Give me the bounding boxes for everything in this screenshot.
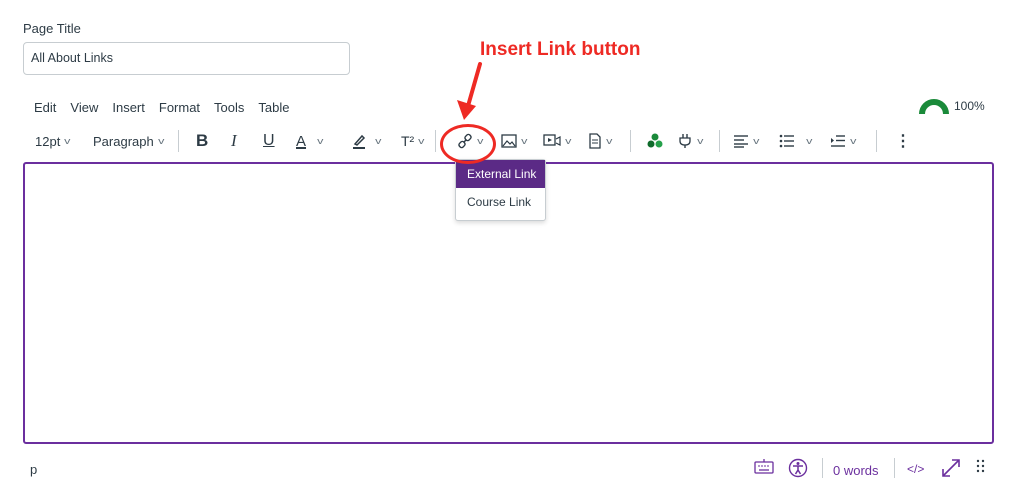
insert-document-button[interactable]: v — [588, 131, 612, 151]
text-color-icon: A — [296, 132, 307, 150]
chevron-down-icon: v — [157, 136, 165, 146]
chevron-down-icon: v — [753, 136, 760, 146]
font-size-select[interactable]: 12pt v — [35, 131, 71, 151]
italic-button[interactable]: I — [231, 131, 237, 151]
chevron-down-icon: v — [606, 136, 613, 146]
annotation-arrow-icon — [457, 62, 482, 120]
superscript-icon: T² — [401, 133, 415, 149]
list-button[interactable]: v — [779, 131, 812, 151]
chevron-down-icon: v — [317, 136, 324, 146]
chevron-down-icon: v — [850, 136, 857, 146]
toolbar-divider — [630, 130, 631, 152]
page-title-input[interactable]: All About Links — [23, 42, 350, 75]
editor-menubar: Edit View Insert Format Tools Table — [34, 100, 303, 115]
accessibility-gauge-icon[interactable] — [918, 97, 950, 115]
indent-button[interactable]: v — [830, 131, 856, 151]
keyboard-shortcuts-button[interactable] — [754, 458, 774, 474]
toolbar-divider — [719, 130, 720, 152]
chevron-down-icon: v — [64, 136, 71, 146]
chevron-down-icon: v — [418, 136, 425, 146]
accessibility-checker-button[interactable] — [788, 458, 808, 478]
annotation-highlight-ring — [440, 124, 496, 164]
drag-handle-icon — [976, 459, 985, 473]
toolbar-divider — [178, 130, 179, 152]
toolbar-divider — [876, 130, 877, 152]
indent-icon — [831, 135, 845, 147]
highlight-color-button[interactable]: v — [351, 131, 381, 151]
menu-item-external-link[interactable]: External Link — [456, 160, 545, 188]
fullscreen-button[interactable] — [941, 458, 961, 478]
bold-button[interactable]: B — [196, 131, 208, 151]
keyboard-icon — [754, 459, 774, 474]
menu-table[interactable]: Table — [258, 100, 289, 115]
underline-button[interactable]: U — [263, 131, 275, 151]
accessibility-icon — [788, 458, 808, 478]
chevron-down-icon: v — [375, 136, 382, 146]
highlighter-icon — [353, 134, 366, 149]
menu-edit[interactable]: Edit — [34, 100, 56, 115]
page-title-label: Page Title — [23, 21, 81, 36]
insert-media-button[interactable]: v — [543, 131, 571, 151]
media-icon — [543, 134, 561, 146]
link-dropdown-menu: External Link Course Link — [455, 159, 546, 221]
plug-icon — [679, 134, 691, 148]
block-format-value: Paragraph — [93, 133, 154, 149]
apps-button[interactable] — [647, 131, 663, 151]
apps-icon — [647, 133, 663, 148]
image-icon — [501, 134, 517, 148]
insert-image-button[interactable]: v — [501, 131, 527, 151]
word-count-button[interactable]: 0 words — [833, 463, 879, 478]
menu-item-course-link[interactable]: Course Link — [456, 188, 545, 216]
chevron-down-icon: v — [565, 136, 572, 146]
more-vertical-icon: ⋮ — [895, 133, 911, 150]
menu-format[interactable]: Format — [159, 100, 200, 115]
expand-icon — [942, 459, 960, 477]
more-options-button[interactable]: ⋮ — [895, 131, 911, 151]
element-path[interactable]: p — [30, 462, 37, 477]
menu-tools[interactable]: Tools — [214, 100, 244, 115]
document-icon — [589, 133, 601, 149]
chevron-down-icon: v — [697, 136, 704, 146]
resize-handle[interactable] — [976, 458, 986, 476]
block-format-select[interactable]: Paragraph v — [93, 131, 165, 151]
font-size-value: 12pt — [35, 133, 61, 149]
lti-tools-button[interactable]: v — [677, 131, 703, 151]
annotation-text: Insert Link button — [480, 39, 641, 60]
bold-icon: B — [196, 131, 209, 150]
chevron-down-icon: v — [521, 136, 528, 146]
align-left-icon — [734, 135, 748, 148]
menu-view[interactable]: View — [70, 100, 98, 115]
status-divider — [894, 458, 895, 478]
text-color-button[interactable]: Av — [296, 131, 323, 151]
superscript-button[interactable]: T² v — [401, 131, 425, 151]
accessibility-percent: 100% — [954, 99, 985, 113]
underline-icon: U — [263, 132, 275, 149]
align-button[interactable]: v — [733, 131, 759, 151]
italic-icon: I — [231, 131, 237, 150]
chevron-down-icon: v — [806, 136, 813, 146]
toolbar-divider — [435, 130, 436, 152]
status-divider — [822, 458, 823, 478]
menu-insert[interactable]: Insert — [112, 100, 145, 115]
html-editor-toggle[interactable]: </> — [907, 462, 924, 476]
bullet-list-icon — [779, 134, 794, 148]
